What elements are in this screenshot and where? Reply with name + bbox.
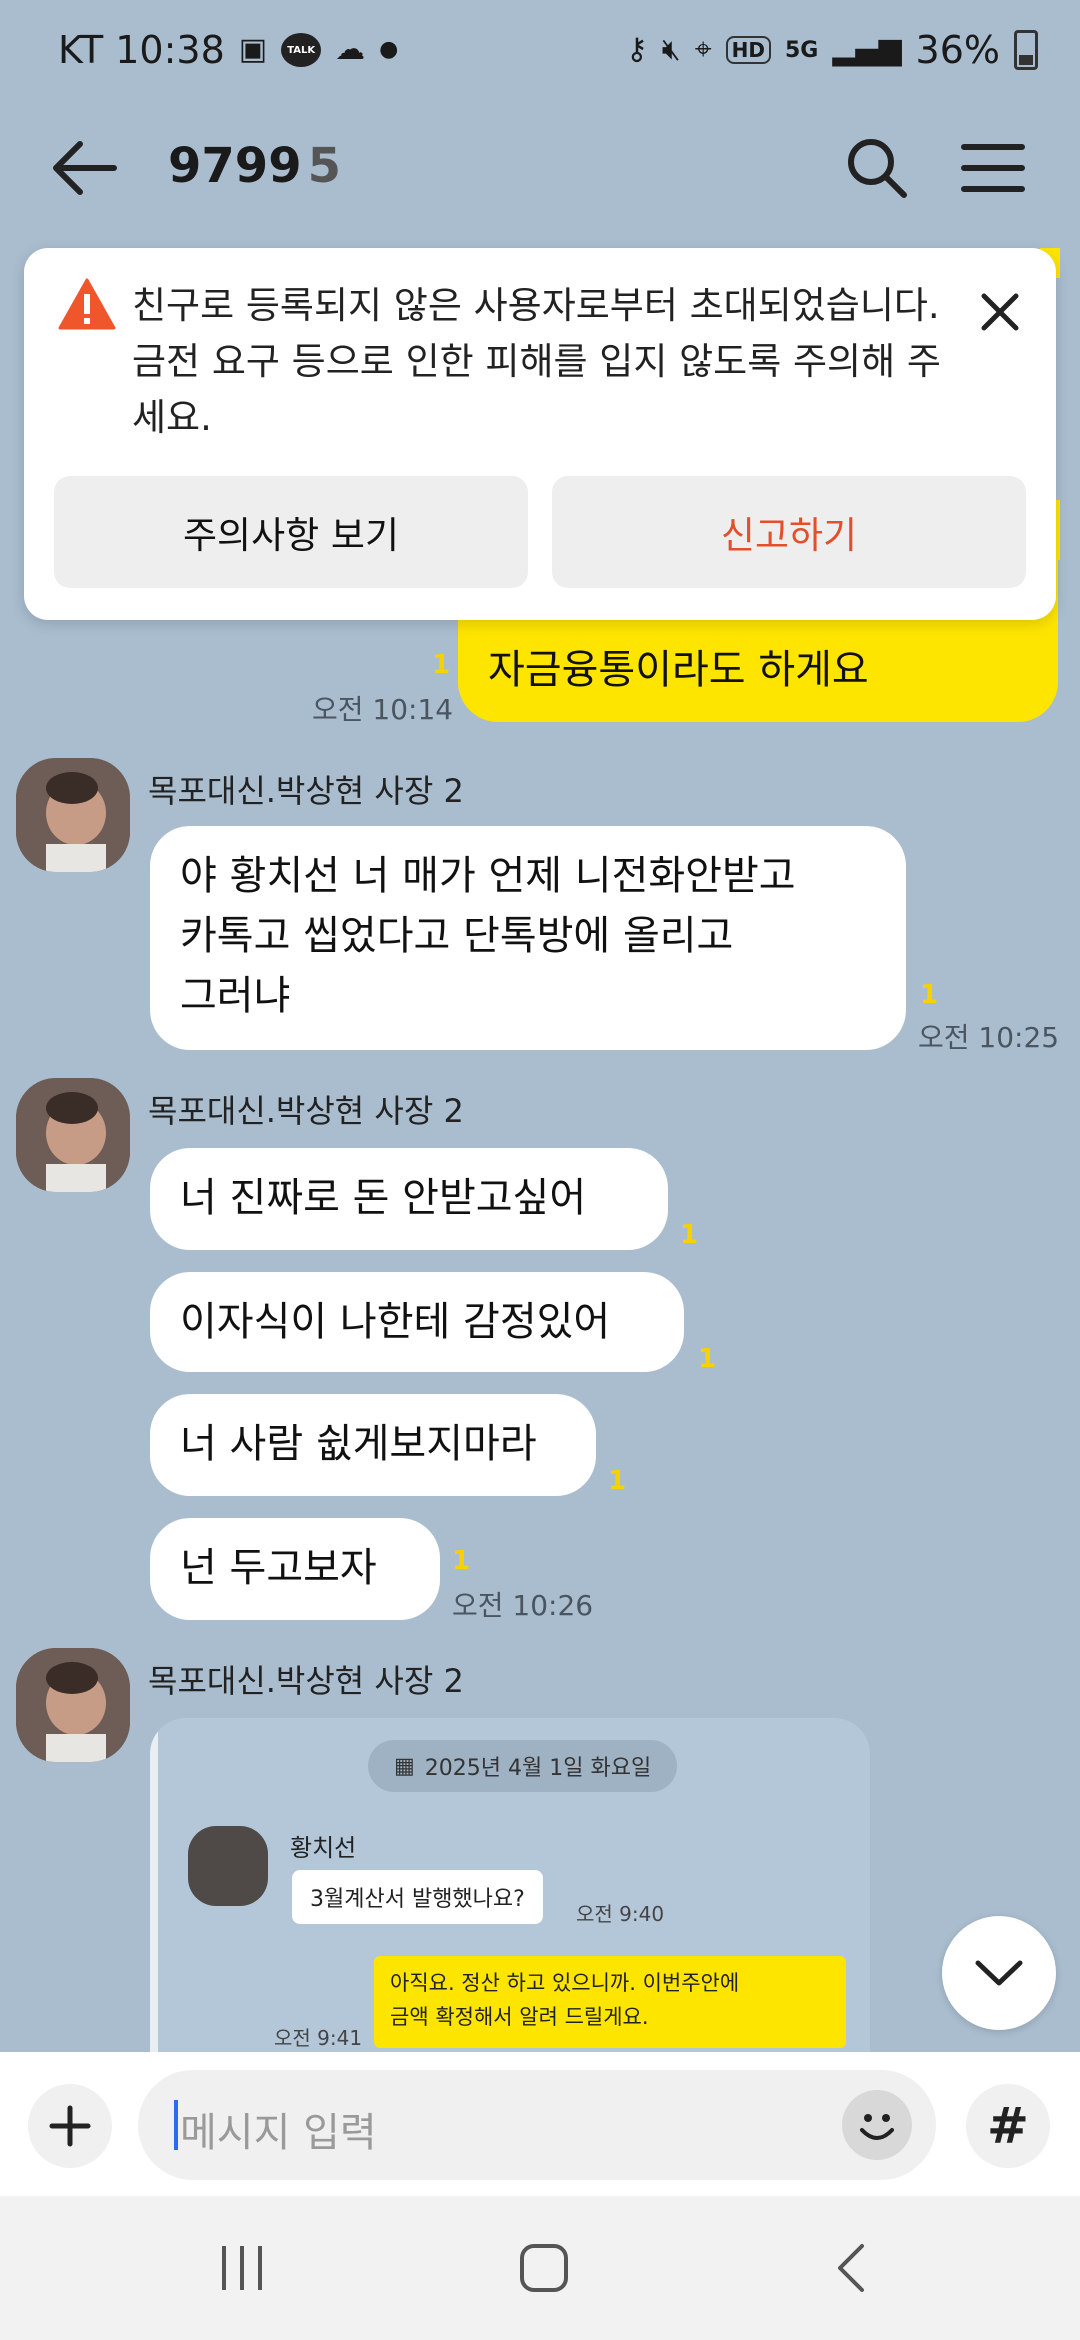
status-bar: KT 10:38 ▣ TALK ☁ ● ⚷ 🔇︎ ⌖ HD 5G ▂▄▆ 36% <box>0 0 1080 108</box>
message-text: 너 사람 쉾게보지마라 <box>180 1421 537 1467</box>
member-count: 5 <box>307 138 341 194</box>
chat-title: 9799 5 <box>168 138 341 194</box>
message-line: 카톡고 씹었다고 단톡방에 올리고 <box>180 913 734 959</box>
message-time: 오전 10:25 <box>918 1021 1060 1054</box>
unread-count: 1 <box>698 1344 717 1374</box>
message-line: 그러냐 <box>180 973 291 1019</box>
image-edge <box>150 1718 158 2052</box>
message-bubble: 아직요. 정산 하고 있으니까. 이번주안에 금액 확정해서 알려 드릴게요. <box>374 1956 846 2048</box>
message-line: 금액 확정해서 알려 드릴게요. <box>390 2005 649 2029</box>
battery-icon <box>1014 30 1038 70</box>
talk-icon-label: TALK <box>287 44 316 56</box>
emoji-button[interactable] <box>842 2090 912 2160</box>
my-message-text: 자금융통이라도 하게요 <box>488 647 869 693</box>
back-icon[interactable] <box>826 2242 878 2294</box>
chat-room-name: 9799 <box>168 138 302 194</box>
message-line: 아직요. 정산 하고 있으니까. 이번주안에 <box>390 1971 740 1995</box>
signal-icon: ▂▄▆ <box>832 32 902 67</box>
unread-count: 1 <box>608 1466 627 1496</box>
input-bar: 메시지 입력 # <box>0 2052 1080 2196</box>
message-text: 넌 두고보자 <box>180 1545 377 1591</box>
message-line: 야 황치선 너 매가 언제 니전화안받고 <box>180 853 796 899</box>
unread-count: 1 <box>680 1220 699 1250</box>
plus-icon <box>49 2105 91 2147</box>
search-icon[interactable] <box>842 133 912 203</box>
home-icon[interactable] <box>518 2242 570 2294</box>
hashtag-icon: # <box>987 2097 1029 2155</box>
system-nav-bar <box>0 2196 1080 2340</box>
sender-name: 목포대신.박상현 사장 2 <box>148 1662 464 1700</box>
gallery-icon: ▣ <box>238 32 268 67</box>
message-text: 너 진짜로 돈 안받고싶어 <box>180 1175 587 1221</box>
shared-screenshot-image[interactable]: ▦ 2025년 4월 1일 화요일 황치선 3월계산서 발행했나요? 오전 9:… <box>150 1718 870 2052</box>
avatar-image <box>16 1648 130 1762</box>
input-placeholder: 메시지 입력 <box>180 2110 377 2156</box>
scroll-down-button[interactable] <box>942 1916 1056 2030</box>
back-arrow-icon[interactable] <box>50 138 120 198</box>
message-bubble: 3월계산서 발행했나요? <box>292 1870 543 1924</box>
view-precautions-button[interactable]: 주의사항 보기 <box>54 476 528 588</box>
status-time: KT 10:38 <box>58 28 225 72</box>
sender-name: 목포대신.박상현 사장 2 <box>148 772 464 810</box>
message-text: 이자식이 나한테 감정있어 <box>180 1299 611 1345</box>
message-bubble[interactable]: 이자식이 나한테 감정있어 <box>150 1272 684 1372</box>
stranger-warning-card: 친구로 등록되지 않은 사용자로부터 초대되었습니다. 금전 요구 등으로 인한… <box>24 248 1056 620</box>
message-time: 오전 9:40 <box>576 1902 665 1926</box>
message-time: 오전 10:14 <box>312 693 454 726</box>
cloud-icon: ☁ <box>335 32 366 67</box>
unread-count: 1 <box>452 1546 471 1576</box>
text-cursor <box>174 2100 178 2150</box>
avatar-image <box>16 1078 130 1192</box>
hd-icon: HD <box>725 36 771 64</box>
message-input[interactable]: 메시지 입력 <box>138 2070 936 2180</box>
emoji-icon <box>860 2114 894 2140</box>
unread-count: 1 <box>432 650 451 680</box>
report-button[interactable]: 신고하기 <box>552 476 1026 588</box>
message-bubble[interactable]: 야 황치선 너 매가 언제 니전화안받고 카톡고 씹었다고 단톡방에 올리고 그… <box>150 826 906 1050</box>
avatar[interactable] <box>16 1078 130 1192</box>
location-icon: ⌖ <box>694 32 712 67</box>
key-icon: ⚷ <box>625 32 648 67</box>
chevron-down-icon <box>975 1960 1023 1986</box>
dot-icon: ● <box>379 37 399 62</box>
avatar[interactable] <box>16 1648 130 1762</box>
talk-icon: TALK <box>281 33 322 67</box>
sender-name: 목포대신.박상현 사장 2 <box>148 1092 464 1130</box>
message-bubble[interactable]: 넌 두고보자 <box>150 1518 440 1620</box>
attach-button[interactable] <box>28 2084 112 2168</box>
hashtag-button[interactable]: # <box>966 2084 1050 2168</box>
avatar <box>188 1826 268 1906</box>
avatar-image <box>16 758 130 872</box>
message-time: 오전 9:41 <box>274 2026 363 2050</box>
warning-message: 친구로 등록되지 않은 사용자로부터 초대되었습니다. 금전 요구 등으로 인한… <box>132 284 941 439</box>
warning-icon <box>58 278 116 330</box>
date-divider: ▦ 2025년 4월 1일 화요일 <box>368 1740 678 1792</box>
date-text: 2025년 4월 1일 화요일 <box>424 1756 652 1781</box>
sender-name: 황치선 <box>290 1834 357 1862</box>
avatar[interactable] <box>16 758 130 872</box>
recent-apps-icon[interactable] <box>216 2242 268 2294</box>
message-time: 오전 10:26 <box>452 1589 594 1622</box>
unread-count: 1 <box>920 980 939 1010</box>
close-icon[interactable] <box>980 292 1020 332</box>
message-bubble[interactable]: 너 사람 쉾게보지마라 <box>150 1394 596 1496</box>
chat-header: 9799 5 <box>0 108 1080 220</box>
battery-level: 36% <box>915 28 1000 72</box>
calendar-icon: ▦ <box>394 1753 415 1779</box>
message-text: 3월계산서 발행했나요? <box>310 1887 525 1912</box>
network-icon: 5G <box>784 37 819 63</box>
mute-icon: 🔇︎ <box>661 32 681 67</box>
message-bubble[interactable]: 너 진짜로 돈 안받고싶어 <box>150 1148 668 1250</box>
menu-icon[interactable] <box>958 133 1028 203</box>
